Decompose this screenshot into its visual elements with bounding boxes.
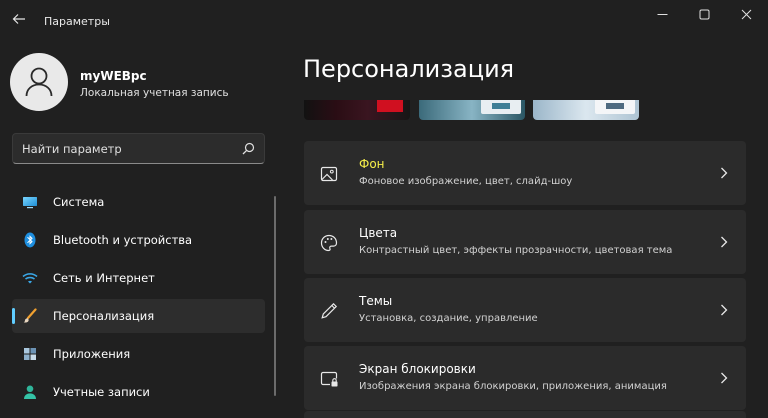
chevron-right-icon	[721, 236, 728, 248]
close-icon	[741, 9, 752, 20]
apps-icon	[24, 348, 36, 360]
search-box[interactable]	[12, 133, 265, 164]
pen-icon	[321, 302, 338, 319]
app-title: Параметры	[44, 15, 110, 28]
close-button[interactable]	[724, 0, 768, 30]
card-title: Экран блокировки	[359, 362, 476, 376]
page-title: Персонализация	[303, 55, 515, 83]
setting-card-themes[interactable]: Темы Установка, создание, управление	[304, 278, 746, 342]
sidebar-scrollbar[interactable]	[274, 196, 276, 396]
card-title: Фон	[359, 157, 385, 171]
wifi-icon	[22, 273, 38, 284]
maximize-button[interactable]	[682, 0, 728, 30]
brush-icon	[23, 308, 37, 323]
title-bar: Параметры	[0, 0, 768, 44]
chevron-right-icon	[721, 304, 728, 316]
maximize-icon	[699, 9, 710, 20]
card-title: Цвета	[359, 226, 398, 240]
card-description: Изображения экрана блокировки, приложени…	[359, 381, 667, 392]
sidebar-item-personalization[interactable]: Персонализация	[12, 299, 265, 333]
sidebar-item-system[interactable]: Система	[12, 185, 265, 219]
card-description: Фоновое изображение, цвет, слайд-шоу	[359, 176, 573, 187]
chevron-right-icon	[721, 372, 728, 384]
sidebar-item-label: Система	[53, 195, 105, 209]
card-title: Темы	[359, 294, 393, 308]
sidebar-item-label: Учетные записи	[53, 385, 150, 399]
search-icon[interactable]	[242, 142, 255, 155]
sidebar-item-accounts[interactable]: Учетные записи	[12, 375, 265, 409]
minimize-icon	[657, 14, 668, 15]
search-input[interactable]	[22, 140, 232, 158]
back-button[interactable]	[10, 12, 28, 30]
user-icon	[25, 67, 53, 97]
theme-thumbnail[interactable]	[533, 100, 639, 120]
chevron-right-icon	[721, 167, 728, 179]
arrow-left-icon	[12, 14, 25, 24]
theme-thumbnail[interactable]	[304, 100, 410, 120]
minimize-button[interactable]	[640, 0, 686, 30]
monitor-icon	[23, 197, 37, 209]
sidebar-item-label: Персонализация	[53, 309, 155, 323]
sidebar-item-label: Bluetooth и устройства	[53, 233, 193, 247]
setting-card-partial[interactable]	[304, 411, 746, 418]
sidebar-item-bluetooth[interactable]: Bluetooth и устройства	[12, 223, 265, 257]
sidebar-item-label: Сеть и Интернет	[53, 271, 155, 285]
setting-card-lock-screen[interactable]: Экран блокировки Изображения экрана блок…	[304, 346, 746, 410]
sidebar-item-network[interactable]: Сеть и Интернет	[12, 261, 265, 295]
sidebar-item-label: Приложения	[53, 347, 131, 361]
setting-card-colors[interactable]: Цвета Контрастный цвет, эффекты прозрачн…	[304, 210, 746, 274]
card-description: Установка, создание, управление	[359, 313, 538, 324]
user-name: myWEBpc	[80, 69, 147, 83]
theme-thumbnail[interactable]	[419, 100, 525, 120]
image-icon	[320, 166, 338, 182]
account-type: Локальная учетная запись	[80, 87, 229, 99]
person-icon	[24, 385, 36, 399]
lock-screen-icon	[320, 371, 338, 387]
sidebar-item-apps[interactable]: Приложения	[12, 337, 265, 371]
setting-card-background[interactable]: Фон Фоновое изображение, цвет, слайд-шоу	[304, 141, 746, 205]
card-description: Контрастный цвет, эффекты прозрачности, …	[359, 245, 673, 256]
avatar[interactable]	[10, 53, 68, 111]
bluetooth-icon	[24, 232, 36, 248]
palette-icon	[320, 234, 338, 252]
active-indicator	[12, 308, 15, 324]
